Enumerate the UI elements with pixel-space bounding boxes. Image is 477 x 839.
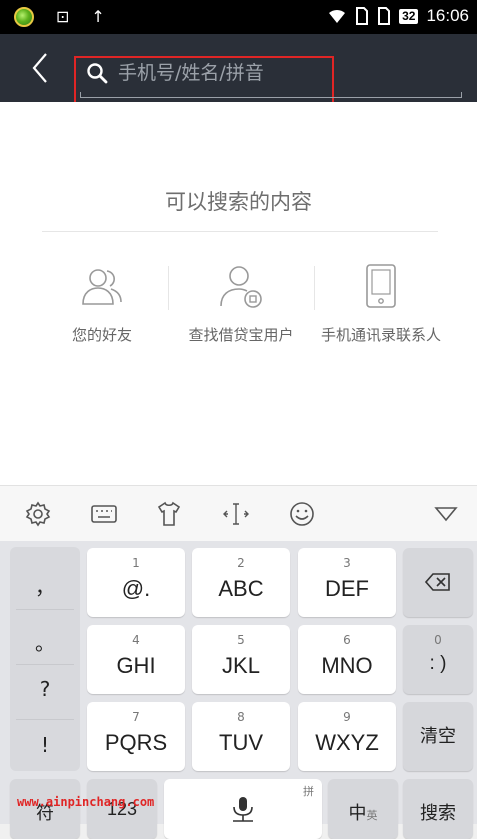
search-field-underline [80,92,462,98]
punctuation-column: ， 。 ? ! [10,547,80,771]
option-friends[interactable]: 您的好友 [32,262,172,345]
divider [16,719,74,720]
collapse-keyboard-icon[interactable] [432,500,460,528]
cursor-icon[interactable] [222,500,250,528]
phone-contacts-icon [366,264,396,308]
lang-chinese-label: 中 [348,803,367,824]
key-question[interactable]: ? [10,677,80,701]
option-phone-contacts[interactable]: 手机通讯录联系人 [311,262,451,345]
status-bar: ⊡ ↑ 32 16:06 [0,0,477,34]
key-3[interactable]: 3 DEF [298,548,396,617]
key-5[interactable]: 5 JKL [192,625,290,694]
divider [42,231,438,232]
key-label: TUV [219,730,263,755]
key-2[interactable]: 2 ABC [192,548,290,617]
option-label: 您的好友 [71,326,132,344]
key-label: : ) [429,653,447,674]
status-time: 16:06 [426,6,469,25]
option-label: 查找借贷宝用户 [188,326,294,344]
searchable-content-heading: 可以搜索的内容 [165,190,312,214]
lang-english-label: 英 [366,809,378,822]
backspace-icon [425,573,450,591]
friends-icon [82,269,122,305]
key-9[interactable]: 9 WXYZ [298,702,396,771]
sim-card-2-icon [378,7,391,25]
pinyin-hint: 拼 [303,785,314,798]
key-label: PQRS [104,730,168,755]
key-label: GHI [116,653,156,678]
key-label: JKL [222,653,260,678]
upload-arrow-icon: ↑ [91,7,105,26]
symbol-key[interactable]: 符 [10,779,80,839]
key-number: 0 [434,633,442,647]
key-number: 7 [132,710,140,724]
key-label: MNO [321,653,373,678]
key-6[interactable]: 6 MNO [298,625,396,694]
key-0[interactable]: 0 : ) [403,625,473,694]
option-label: 手机通讯录联系人 [320,326,441,344]
key-label: 中英 [328,799,398,825]
space-key[interactable]: 拼 [164,779,322,839]
key-number: 1 [132,556,140,570]
key-label: DEF [325,576,369,601]
search-icon [87,63,108,84]
divider [168,266,169,310]
emoji-icon[interactable] [288,500,316,528]
key-label: ABC [218,576,264,601]
backspace-key[interactable] [403,548,473,617]
language-switch-key[interactable]: 中英 [328,779,398,839]
settings-icon[interactable] [24,500,52,528]
key-label: 搜索 [420,803,456,824]
back-arrow-icon[interactable] [26,48,56,88]
search-content: 可以搜索的内容 您的好友 查找借贷宝用户 手机通讯录联系人 [0,102,477,485]
divider [16,609,74,610]
option-find-user[interactable]: 查找借贷宝用户 [171,262,311,345]
key-number: 2 [237,556,245,570]
battery-level: 32 [399,8,419,24]
key-period[interactable]: 。 [10,627,80,656]
key-number: 3 [343,556,351,570]
key-number: 4 [132,633,140,647]
wifi-icon [329,9,346,23]
sim-card-icon [356,7,369,25]
key-1[interactable]: 1 @. [87,548,185,617]
key-number: 5 [237,633,245,647]
number-key[interactable]: 123 [87,779,157,839]
key-label: 清空 [420,726,456,747]
user-search-icon [220,266,262,308]
search-input[interactable] [118,58,328,88]
keyboard-toolbar [0,485,477,541]
key-8[interactable]: 8 TUV [192,702,290,771]
shirt-icon[interactable] [155,500,183,528]
key-exclamation[interactable]: ! [10,733,80,757]
key-comma[interactable]: ， [10,571,80,600]
key-label: WXYZ [315,730,379,755]
app-notification-icon [14,7,34,27]
key-number: 9 [343,710,351,724]
keyboard: ， 。 ? ! 1 @. 2 ABC 3 DEF 4 GHI 5 JKL 6 M… [0,541,477,839]
key-number: 8 [237,710,245,724]
key-4[interactable]: 4 GHI [87,625,185,694]
search-key[interactable]: 搜索 [403,779,473,839]
clear-key[interactable]: 清空 [403,702,473,771]
key-label: @. [121,576,151,601]
watermark: www.ainpinchang.com [17,795,155,809]
screenshot-icon: ⊡ [56,7,70,26]
keyboard-icon[interactable] [90,500,118,528]
key-7[interactable]: 7 PQRS [87,702,185,771]
key-number: 6 [343,633,351,647]
divider [16,664,74,665]
microphone-icon [233,797,253,822]
